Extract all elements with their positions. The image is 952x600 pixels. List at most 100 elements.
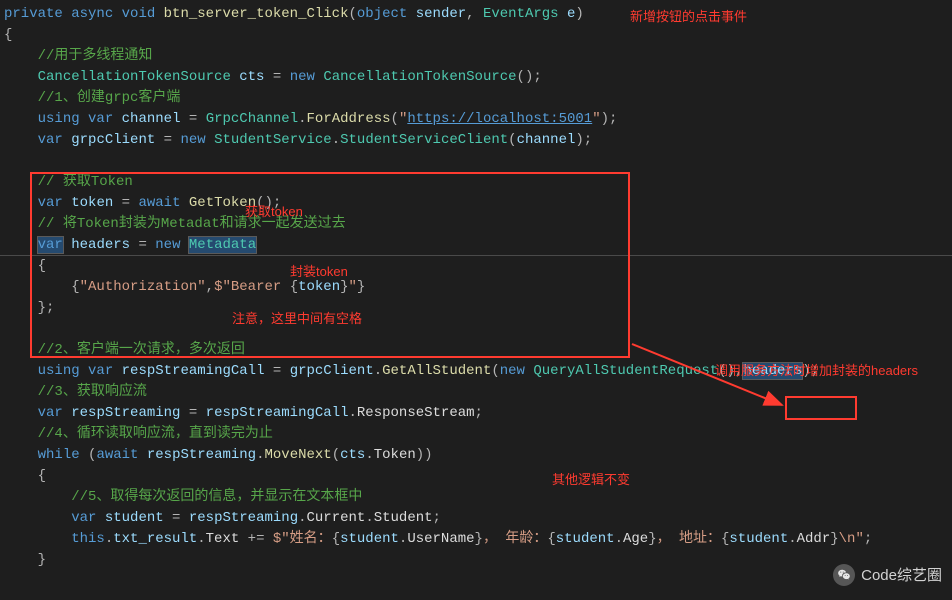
token: (	[332, 447, 340, 463]
code-line[interactable]: }	[0, 550, 952, 571]
token: "Authorization"	[80, 279, 206, 295]
token: .	[374, 363, 382, 379]
token: \n"	[839, 531, 864, 547]
token: Current	[307, 510, 366, 526]
token	[113, 363, 121, 379]
watermark: Code综艺圈	[833, 564, 942, 586]
code-line[interactable]: // 将Token封装为Metadat和请求一起发送过去	[0, 214, 952, 235]
token: =	[130, 237, 155, 253]
code-line[interactable]: // 获取Token	[0, 172, 952, 193]
token: respStreamingCall	[206, 405, 349, 421]
token: var	[88, 363, 113, 379]
token: ForAddress	[307, 111, 391, 127]
token: respStreaming	[189, 510, 298, 526]
token: respStreamingCall	[122, 363, 265, 379]
token	[4, 405, 38, 421]
code-line[interactable]: {	[0, 256, 952, 277]
token	[4, 216, 38, 232]
token: .	[197, 531, 205, 547]
token: while	[38, 447, 80, 463]
code-line[interactable]: var token = await GetToken();	[0, 193, 952, 214]
token: var	[38, 237, 63, 253]
token	[4, 111, 38, 127]
token: btn_server_token_Click	[164, 6, 349, 22]
code-line[interactable]: var grpcClient = new StudentService.Stud…	[0, 130, 952, 151]
code-line[interactable]	[0, 151, 952, 172]
code-line[interactable]: var headers = new Metadata	[0, 235, 952, 256]
token: +=	[239, 531, 273, 547]
code-line[interactable]: //5、取得每次返回的信息，并显示在文本框中	[0, 487, 952, 508]
token: GrpcChannel	[206, 111, 298, 127]
token: ,	[466, 6, 483, 22]
token: .	[298, 111, 306, 127]
token	[63, 195, 71, 211]
token: CancellationTokenSource	[38, 69, 231, 85]
token: StudentServiceClient	[340, 132, 508, 148]
token: new	[155, 237, 180, 253]
token: ， 地址：	[657, 531, 721, 547]
token: };	[4, 300, 54, 316]
token: Student	[374, 510, 433, 526]
token: }	[830, 531, 838, 547]
token	[4, 531, 71, 547]
code-line[interactable]: {"Authorization",$"Bearer {token}"}	[0, 277, 952, 298]
code-line[interactable]: private async void btn_server_token_Clic…	[0, 4, 952, 25]
token: token	[298, 279, 340, 295]
code-line[interactable]: this.txt_result.Text += $"姓名：{student.Us…	[0, 529, 952, 550]
code-line[interactable]: using var channel = GrpcChannel.ForAddre…	[0, 109, 952, 130]
token	[80, 363, 88, 379]
token: =	[180, 405, 205, 421]
token: object	[357, 6, 407, 22]
code-editor[interactable]: private async void btn_server_token_Clic…	[0, 4, 952, 571]
token: GetToken	[189, 195, 256, 211]
token: //1、创建grpc客户端	[38, 90, 181, 106]
token: var	[71, 510, 96, 526]
token: grpcClient	[290, 363, 374, 379]
token: {	[4, 27, 12, 43]
token: void	[122, 6, 156, 22]
token	[4, 237, 38, 253]
code-line[interactable]: var student = respStreaming.Current.Stud…	[0, 508, 952, 529]
token: student	[105, 510, 164, 526]
code-line[interactable]: CancellationTokenSource cts = new Cancel…	[0, 67, 952, 88]
token	[63, 6, 71, 22]
token	[63, 237, 71, 253]
token: ;	[475, 405, 483, 421]
token: .	[105, 531, 113, 547]
code-line[interactable]: };	[0, 298, 952, 319]
code-line[interactable]: //1、创建grpc客户端	[0, 88, 952, 109]
code-line[interactable]: //2、客户端一次请求，多次返回	[0, 340, 952, 361]
watermark-text: Code综艺圈	[861, 565, 942, 586]
token: Text	[206, 531, 240, 547]
token: ,	[206, 279, 214, 295]
token: var	[88, 111, 113, 127]
token: CancellationTokenSource	[323, 69, 516, 85]
code-line[interactable]	[0, 319, 952, 340]
code-line[interactable]: using var respStreamingCall = grpcClient…	[0, 361, 952, 382]
token: "	[349, 279, 357, 295]
token: (	[391, 111, 399, 127]
token: ， 年龄：	[483, 531, 547, 547]
token: ;	[433, 510, 441, 526]
token: {	[547, 531, 555, 547]
code-line[interactable]: var respStreaming = respStreamingCall.Re…	[0, 403, 952, 424]
code-line[interactable]: {	[0, 466, 952, 487]
token	[63, 405, 71, 421]
token: (	[508, 132, 516, 148]
token	[4, 174, 38, 190]
code-line[interactable]: while (await respStreaming.MoveNext(cts.…	[0, 445, 952, 466]
token	[4, 195, 38, 211]
token: (	[349, 6, 357, 22]
token: // 将Token封装为Metadat和请求一起发送过去	[38, 216, 346, 232]
token: private	[4, 6, 63, 22]
token: {	[332, 531, 340, 547]
code-line[interactable]: //4、循环读取响应流，直到读完为止	[0, 424, 952, 445]
code-line[interactable]: //3、获取响应流	[0, 382, 952, 403]
code-line[interactable]: //用于多线程通知	[0, 46, 952, 67]
token: }	[475, 531, 483, 547]
token: .	[298, 510, 306, 526]
token: cts	[340, 447, 365, 463]
token: Addr	[797, 531, 831, 547]
token	[206, 132, 214, 148]
code-line[interactable]: {	[0, 25, 952, 46]
